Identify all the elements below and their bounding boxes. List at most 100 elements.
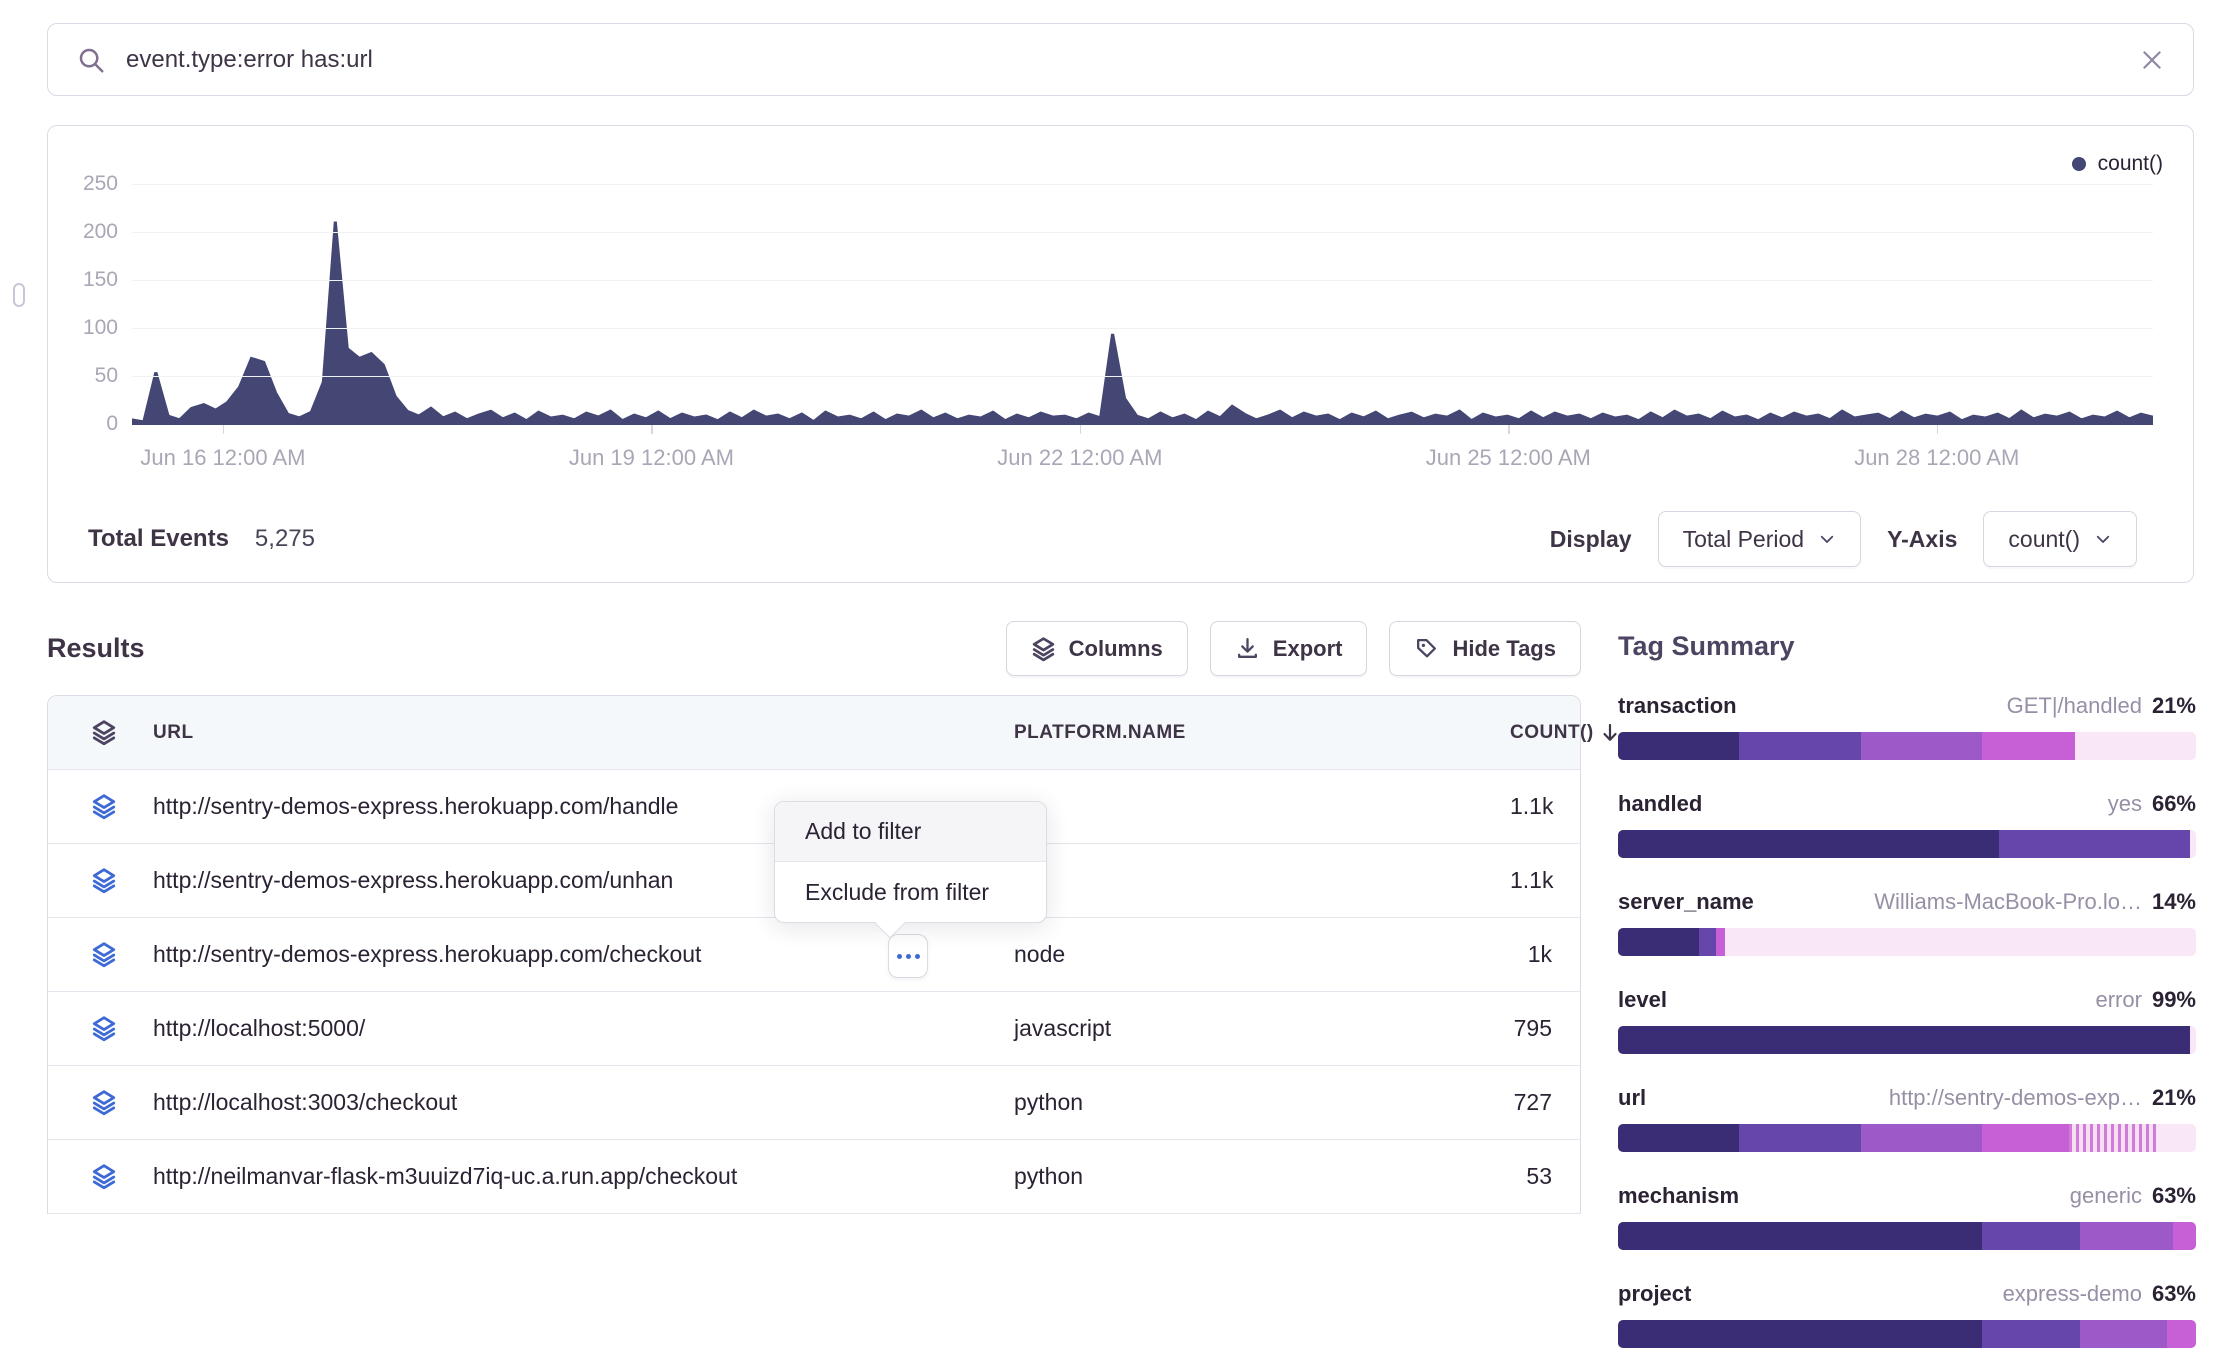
tag-bar-segment (2156, 1124, 2196, 1152)
tag-bar-segment (2173, 1222, 2196, 1250)
tag-top-percent: 99% (2152, 987, 2196, 1013)
x-axis-tick (651, 425, 653, 434)
column-header-count[interactable]: COUNT() (1510, 722, 1620, 744)
platform-cell[interactable]: python (1014, 1089, 1482, 1116)
tag-icon (1414, 636, 1439, 661)
hide-tags-button[interactable]: Hide Tags (1389, 621, 1581, 676)
column-header-platform[interactable]: PLATFORM.NAME (1014, 722, 1482, 744)
tag-distribution-bar[interactable] (1618, 732, 2196, 760)
tag-summary-group: transaction GET|/handled 21% (1618, 693, 2196, 760)
x-axis-tick (1937, 425, 1939, 434)
tag-name[interactable]: level (1618, 987, 1667, 1013)
total-events-value: 5,275 (255, 525, 315, 552)
tag-top-percent: 14% (2152, 889, 2196, 915)
tag-bar-segment (2190, 1026, 2196, 1054)
legend-dot-icon (2072, 157, 2086, 171)
chart-plot-area: 050100150200250Jun 16 12:00 AMJun 19 12:… (132, 135, 2153, 425)
tag-name[interactable]: server_name (1618, 889, 1754, 915)
yaxis-dropdown[interactable]: count() (1983, 511, 2137, 567)
column-header-url[interactable]: URL (153, 722, 986, 744)
platform-cell[interactable]: python (1014, 1163, 1482, 1190)
platform-cell[interactable]: node (1014, 941, 1482, 968)
menu-item-add-to-filter[interactable]: Add to filter (775, 802, 1046, 862)
count-cell[interactable]: 1k (1510, 941, 1552, 968)
tag-distribution-bar[interactable] (1618, 1124, 2196, 1152)
tag-distribution-bar[interactable] (1618, 1026, 2196, 1054)
tag-top-value: generic (2070, 1183, 2142, 1209)
chart-footer: Total Events5,275 Display Total Period Y… (48, 496, 2193, 582)
search-bar[interactable] (47, 23, 2194, 96)
tag-summary-group: project express-demo 63% (1618, 1281, 2196, 1348)
x-axis-tick-label: Jun 19 12:00 AM (569, 445, 734, 471)
url-cell[interactable]: http://localhost:3003/checkout (153, 1089, 986, 1116)
tag-top-percent: 21% (2152, 1085, 2196, 1111)
tag-bar-segment (1618, 1222, 1982, 1250)
tag-name[interactable]: url (1618, 1085, 1646, 1111)
menu-item-exclude-from-filter[interactable]: Exclude from filter (775, 862, 1046, 922)
url-cell[interactable]: http://localhost:5000/ (153, 1015, 986, 1042)
tag-distribution-bar[interactable] (1618, 830, 2196, 858)
url-cell[interactable]: http://neilmanvar-flask-m3uuizd7iq-uc.a.… (153, 1163, 986, 1190)
table-row[interactable]: http://localhost:3003/checkout python 72… (48, 1066, 1580, 1140)
export-button-label: Export (1273, 636, 1343, 662)
table-row[interactable]: http://sentry-demos-express.herokuapp.co… (48, 918, 1580, 992)
tag-bar-segment (2080, 1222, 2172, 1250)
count-cell[interactable]: 795 (1510, 1015, 1552, 1042)
events-chart-panel: count() 050100150200250Jun 16 12:00 AMJu… (47, 125, 2194, 583)
tag-top-value: error (2096, 987, 2142, 1013)
tag-name[interactable]: transaction (1618, 693, 1737, 719)
columns-button-label: Columns (1069, 636, 1163, 662)
tag-bar-segment (1982, 1124, 2069, 1152)
export-button[interactable]: Export (1210, 621, 1368, 676)
sort-desc-arrow-icon (1600, 722, 1620, 744)
tag-distribution-bar[interactable] (1618, 1222, 2196, 1250)
count-cell[interactable]: 53 (1510, 1163, 1552, 1190)
chart-gridline (132, 328, 2153, 330)
table-row[interactable]: http://localhost:5000/ javascript 795 (48, 992, 1580, 1066)
display-dropdown-value: Total Period (1683, 526, 1804, 553)
display-dropdown[interactable]: Total Period (1658, 511, 1861, 567)
stack-icon (91, 1089, 125, 1116)
tag-bar-segment (1618, 830, 1999, 858)
stack-icon[interactable] (91, 719, 125, 746)
x-axis-tick (1508, 425, 1510, 434)
clear-search-icon[interactable] (2139, 47, 2165, 73)
stack-icon (1031, 636, 1056, 662)
tag-name[interactable]: project (1618, 1281, 1691, 1307)
tag-bar-segment (2167, 1320, 2196, 1348)
count-cell[interactable]: 1.1k (1510, 793, 1553, 820)
tag-summary-group: level error 99% (1618, 987, 2196, 1054)
tag-distribution-bar[interactable] (1618, 1320, 2196, 1348)
search-input[interactable] (126, 46, 2119, 74)
chevron-down-icon (1818, 530, 1836, 548)
platform-cell[interactable]: javascript (1014, 1015, 1482, 1042)
tag-distribution-bar[interactable] (1618, 928, 2196, 956)
chart-legend[interactable]: count() (2072, 152, 2163, 176)
x-axis-tick (223, 425, 225, 434)
cell-actions-button[interactable] (888, 934, 928, 978)
tag-bar-segment (1739, 1124, 1860, 1152)
chevron-down-icon (2094, 530, 2112, 548)
tag-bar-segment (2069, 1124, 2156, 1152)
y-axis-tick-label: 0 (56, 412, 118, 436)
yaxis-label: Y-Axis (1887, 526, 1957, 553)
x-axis-tick (1080, 425, 1082, 434)
tag-name[interactable]: handled (1618, 791, 1702, 817)
tag-summary-panel: Tag Summary transaction GET|/handled 21%… (1618, 621, 2196, 1348)
table-row[interactable]: http://neilmanvar-flask-m3uuizd7iq-uc.a.… (48, 1140, 1580, 1214)
tag-top-value: http://sentry-demos-exp… (1889, 1085, 2142, 1111)
url-cell[interactable]: http://sentry-demos-express.herokuapp.co… (153, 941, 986, 968)
columns-button[interactable]: Columns (1006, 621, 1188, 676)
tag-bar-segment (1725, 928, 2196, 956)
tag-bar-segment (1699, 928, 1716, 956)
count-cell[interactable]: 727 (1510, 1089, 1552, 1116)
tag-bar-segment (1618, 1320, 1982, 1348)
column-header-count-label: COUNT() (1510, 722, 1594, 744)
tag-top-value: express-demo (2003, 1281, 2142, 1307)
tag-name[interactable]: mechanism (1618, 1183, 1739, 1209)
panel-resize-handle[interactable] (13, 283, 25, 307)
tag-top-percent: 21% (2152, 693, 2196, 719)
count-cell[interactable]: 1.1k (1510, 867, 1553, 894)
y-axis-tick-label: 150 (56, 268, 118, 292)
display-label: Display (1550, 526, 1632, 553)
